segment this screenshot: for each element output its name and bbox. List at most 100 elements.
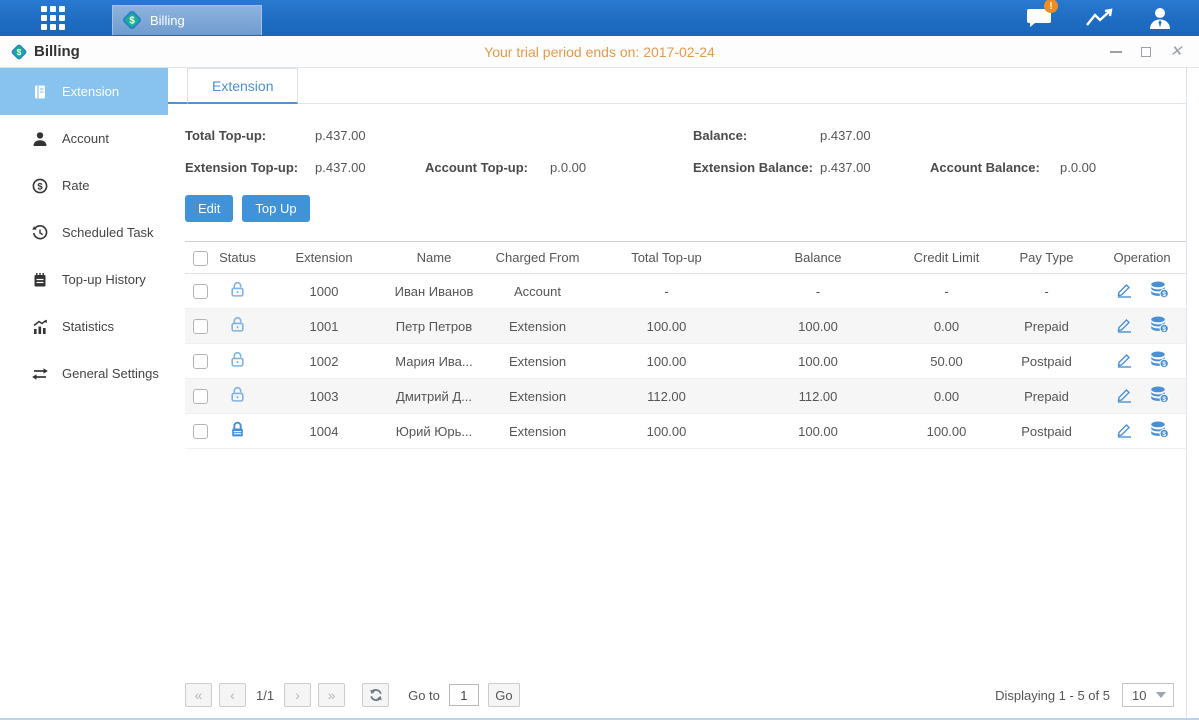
row-checkbox[interactable]: [193, 389, 208, 404]
sidebar-item-label: Extension: [62, 84, 119, 99]
status-lock-icon[interactable]: [229, 426, 246, 441]
summary-panel: Total Top-up: p.437.00 Balance: p.437.00…: [185, 128, 1176, 175]
minimize-button[interactable]: [1109, 45, 1123, 59]
column-extension: Extension: [260, 242, 388, 274]
close-button[interactable]: ✕: [1169, 45, 1183, 59]
status-lock-icon[interactable]: [229, 321, 246, 336]
edit-button[interactable]: Edit: [185, 195, 233, 222]
sidebar-item-rate[interactable]: $ Rate: [0, 162, 168, 209]
table-body: 1000 Иван Иванов Account - - - - $: [185, 274, 1186, 449]
row-checkbox[interactable]: [193, 424, 208, 439]
row-edit-icon[interactable]: [1115, 281, 1133, 301]
charged-from-cell: Extension: [480, 344, 595, 379]
next-page-button[interactable]: ›: [284, 683, 311, 707]
balance-cell: 100.00: [738, 309, 898, 344]
table-row: 1003 Дмитрий Д... Extension 112.00 112.0…: [185, 379, 1186, 414]
notification-badge: !: [1044, 0, 1058, 13]
table-row: 1000 Иван Иванов Account - - - - $: [185, 274, 1186, 309]
svg-text:$: $: [17, 48, 22, 57]
user-account-button[interactable]: [1139, 3, 1181, 33]
trend-chart-icon: [1085, 7, 1115, 29]
tab-extension[interactable]: Extension: [187, 68, 298, 104]
row-edit-icon[interactable]: [1115, 421, 1133, 441]
sidebar-item-extension[interactable]: Extension: [0, 68, 168, 115]
page-size-select[interactable]: 10: [1122, 683, 1174, 707]
account-balance-value: p.0.00: [1060, 160, 1176, 175]
main-content: Extension Total Top-up: p.437.00 Balance…: [168, 68, 1187, 718]
maximize-button[interactable]: [1139, 45, 1153, 59]
last-page-button[interactable]: »: [318, 683, 345, 707]
go-button[interactable]: Go: [488, 683, 520, 707]
goto-page-input[interactable]: [449, 684, 479, 706]
page-info: 1/1: [256, 688, 274, 703]
pagination-bar: « ‹ 1/1 › » Go to Go Displaying 1 - 5 of…: [185, 672, 1186, 718]
arrows-icon: [31, 366, 49, 382]
column-operation: Operation: [1098, 242, 1186, 274]
svg-text:$: $: [1163, 431, 1167, 438]
taskbar-billing-tab[interactable]: $ Billing: [112, 5, 262, 35]
row-checkbox[interactable]: [193, 319, 208, 334]
billing-diamond-icon: $: [121, 9, 143, 31]
row-checkbox[interactable]: [193, 354, 208, 369]
extension-cell: 1004: [260, 414, 388, 449]
balance-cell: 100.00: [738, 414, 898, 449]
credit-limit-cell: 100.00: [898, 414, 995, 449]
select-all-checkbox[interactable]: [193, 251, 208, 266]
column-balance: Balance: [738, 242, 898, 274]
name-cell: Иван Иванов: [388, 274, 480, 309]
top-up-button[interactable]: Top Up: [242, 195, 309, 222]
row-edit-icon[interactable]: [1115, 316, 1133, 336]
extension-table: Status Extension Name Charged From Total…: [185, 241, 1186, 449]
prev-page-button[interactable]: ‹: [219, 683, 246, 707]
sidebar-item-account[interactable]: Account: [0, 115, 168, 162]
extension-topup-label: Extension Top-up:: [185, 160, 315, 175]
sidebar-item-general-settings[interactable]: General Settings: [0, 350, 168, 397]
row-topup-icon[interactable]: $: [1150, 316, 1169, 336]
status-lock-icon[interactable]: [229, 391, 246, 406]
balance-cell: 112.00: [738, 379, 898, 414]
credit-limit-cell: 0.00: [898, 309, 995, 344]
row-topup-icon[interactable]: $: [1150, 386, 1169, 406]
row-topup-icon[interactable]: $: [1150, 351, 1169, 371]
total-topup-cell: 112.00: [595, 379, 738, 414]
balance-value: p.437.00: [820, 128, 930, 143]
svg-text:$: $: [1163, 361, 1167, 368]
page-size-value: 10: [1132, 688, 1146, 703]
sidebar-item-topup-history[interactable]: Top-up History: [0, 256, 168, 303]
column-charged-from: Charged From: [480, 242, 595, 274]
status-lock-icon[interactable]: [229, 356, 246, 371]
balance-cell: -: [738, 274, 898, 309]
first-page-button[interactable]: «: [185, 683, 212, 707]
status-lock-icon[interactable]: [229, 286, 246, 301]
account-topup-value: p.0.00: [550, 160, 693, 175]
sidebar-item-statistics[interactable]: Statistics: [0, 303, 168, 350]
extension-balance-value: p.437.00: [820, 160, 930, 175]
sidebar: Extension Account $ Rate Scheduled Task: [0, 68, 168, 718]
sidebar-item-label: Top-up History: [62, 272, 146, 287]
reports-button[interactable]: [1079, 3, 1121, 33]
total-topup-value: p.437.00: [315, 128, 425, 143]
app-launcher-icon[interactable]: [36, 4, 70, 32]
pay-type-cell: Postpaid: [995, 344, 1098, 379]
name-cell: Юрий Юрь...: [388, 414, 480, 449]
row-edit-icon[interactable]: [1115, 386, 1133, 406]
billing-logo-icon: $: [10, 43, 28, 61]
pay-type-cell: Postpaid: [995, 414, 1098, 449]
extension-topup-value: p.437.00: [315, 160, 425, 175]
row-topup-icon[interactable]: $: [1150, 421, 1169, 441]
charged-from-cell: Extension: [480, 414, 595, 449]
column-total-topup: Total Top-up: [595, 242, 738, 274]
credit-limit-cell: 50.00: [898, 344, 995, 379]
sidebar-item-scheduled-task[interactable]: Scheduled Task: [0, 209, 168, 256]
table-row: 1001 Петр Петров Extension 100.00 100.00…: [185, 309, 1186, 344]
grid-icon: [40, 5, 66, 31]
notifications-button[interactable]: !: [1019, 3, 1061, 33]
balance-cell: 100.00: [738, 344, 898, 379]
row-checkbox[interactable]: [193, 284, 208, 299]
person-icon: [31, 131, 49, 147]
row-topup-icon[interactable]: $: [1150, 281, 1169, 301]
refresh-button[interactable]: [362, 683, 389, 707]
row-edit-icon[interactable]: [1115, 351, 1133, 371]
column-credit-limit: Credit Limit: [898, 242, 995, 274]
column-status: Status: [215, 242, 260, 274]
